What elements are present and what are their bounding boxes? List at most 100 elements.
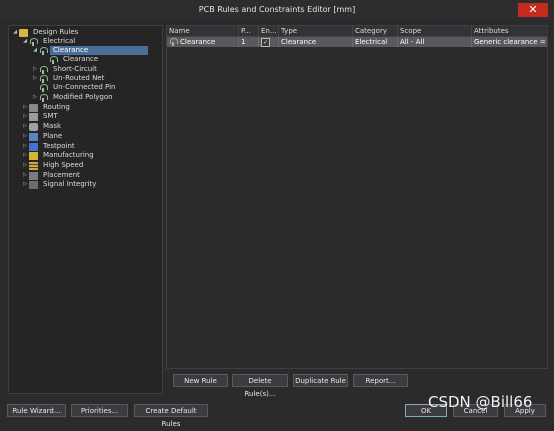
tree-item-label: High Speed <box>43 161 84 169</box>
expand-arrow-icon[interactable]: ▷ <box>21 103 29 112</box>
duplicate-rule-button[interactable]: Duplicate Rule <box>293 374 348 387</box>
collapse-arrow-icon[interactable]: ◢ <box>11 28 19 37</box>
tree-item-label: Design Rules <box>33 28 79 36</box>
tree-item-label: Routing <box>43 103 70 111</box>
cell-attributes: Generic clearance = 0.2... <box>474 38 547 46</box>
cancel-button[interactable]: Cancel <box>453 404 498 417</box>
tree-item-label: Signal Integrity <box>43 180 97 188</box>
tree-item-high-speed[interactable]: ▷ High Speed <box>21 161 86 170</box>
rule-icon <box>39 74 48 83</box>
rule-icon <box>29 37 38 46</box>
tree-item-placement[interactable]: ▷ Placement <box>21 171 83 180</box>
tree-item-signal-integrity[interactable]: ▷ Signal Integrity <box>21 180 99 189</box>
tree-item-label: Modified Polygon <box>53 93 113 101</box>
rule-icon <box>39 46 48 55</box>
folder-icon <box>19 28 28 37</box>
rule-tree: ◢ Design Rules ◢ Electrical ◢ Clearance … <box>8 25 163 394</box>
tree-item-clearance-rule[interactable]: Clearance <box>49 55 101 64</box>
tree-item-label: Mask <box>43 122 62 130</box>
expand-arrow-icon[interactable]: ▷ <box>21 112 29 121</box>
column-header-name[interactable]: Name <box>167 26 239 36</box>
window-titlebar: PCB Rules and Constraints Editor [mm] ✕ <box>0 0 554 20</box>
expand-arrow-icon[interactable]: ▷ <box>21 142 29 151</box>
close-button[interactable]: ✕ <box>518 3 548 17</box>
tree-item-label: Plane <box>43 132 63 140</box>
new-rule-button[interactable]: New Rule <box>173 374 228 387</box>
report-button[interactable]: Report... <box>353 374 408 387</box>
cell-category: Electrical <box>353 37 398 47</box>
tree-item-mask[interactable]: ▷ Mask <box>21 122 64 131</box>
apply-button[interactable]: Apply <box>504 404 546 417</box>
tree-item-smt[interactable]: ▷ SMT <box>21 112 61 121</box>
rule-icon <box>169 38 178 46</box>
column-header-priority[interactable]: P... <box>239 26 259 36</box>
column-header-category[interactable]: Category <box>353 26 398 36</box>
cell-priority: 1 <box>239 37 259 47</box>
priorities-button[interactable]: Priorities... <box>71 404 128 417</box>
collapse-arrow-icon[interactable]: ◢ <box>21 37 29 46</box>
high-speed-icon <box>29 161 38 170</box>
placement-icon <box>29 171 38 180</box>
expand-arrow-icon[interactable]: ▷ <box>21 151 29 160</box>
column-header-scope[interactable]: Scope <box>398 26 472 36</box>
testpoint-icon <box>29 142 38 151</box>
table-header: Name P... En... Type Category Scope Attr… <box>167 26 547 37</box>
rule-icon <box>39 93 48 102</box>
column-header-attributes[interactable]: Attributes <box>472 26 547 36</box>
expand-arrow-icon[interactable]: ▷ <box>31 74 39 83</box>
tree-item-testpoint[interactable]: ▷ Testpoint <box>21 142 78 151</box>
expand-arrow-icon[interactable]: ▷ <box>31 93 39 102</box>
column-header-enabled[interactable]: En... <box>259 26 279 36</box>
expand-arrow-icon[interactable]: ▷ <box>31 65 39 74</box>
tree-item-clearance[interactable]: ◢ Clearance <box>31 46 148 55</box>
cell-name: Clearance <box>167 37 239 47</box>
tree-item-electrical[interactable]: ◢ Electrical <box>21 37 78 46</box>
tree-item-label: Un-Routed Net <box>53 74 105 82</box>
tree-item-routing[interactable]: ▷ Routing <box>21 103 73 112</box>
tree-item-label: Testpoint <box>43 142 75 150</box>
tree-item-un-connected-pin[interactable]: Un-Connected Pin <box>31 83 118 92</box>
expand-arrow-icon[interactable]: ▷ <box>21 180 29 189</box>
rule-icon <box>39 83 48 92</box>
tree-item-label: Short-Circuit <box>53 65 97 73</box>
tree-item-label: Electrical <box>43 37 76 45</box>
delete-rule-button[interactable]: Delete Rule(s)... <box>232 374 288 398</box>
cell-type: Clearance <box>279 37 353 47</box>
rule-wizard-button[interactable]: Rule Wizard... <box>7 404 66 417</box>
manufacturing-icon <box>29 151 38 160</box>
tree-item-modified-polygon[interactable]: ▷ Modified Polygon <box>31 93 116 102</box>
ok-button[interactable]: OK <box>405 404 447 417</box>
plane-icon <box>29 132 38 141</box>
collapse-arrow-icon[interactable]: ◢ <box>31 46 39 55</box>
rule-icon <box>49 55 58 64</box>
tree-item-label: Un-Connected Pin <box>53 83 116 91</box>
tree-item-label: Placement <box>43 171 80 179</box>
signal-integrity-icon <box>29 180 38 189</box>
tree-item-short-circuit[interactable]: ▷ Short-Circuit <box>31 65 100 74</box>
tree-item-plane[interactable]: ▷ Plane <box>21 132 65 141</box>
cell-enabled: ✓ <box>259 37 279 47</box>
tree-item-label: SMT <box>43 112 58 120</box>
tree-item-label: Manufacturing <box>43 151 94 159</box>
tree-item-label: Clearance <box>63 55 99 63</box>
rule-icon <box>39 65 48 74</box>
expand-arrow-icon[interactable]: ▷ <box>21 161 29 170</box>
expand-arrow-icon[interactable]: ▷ <box>21 171 29 180</box>
expand-arrow-icon[interactable]: ▷ <box>21 122 29 131</box>
cell-scope: All - All <box>398 37 472 47</box>
close-icon: ✕ <box>528 3 538 16</box>
rules-table: Name P... En... Type Category Scope Attr… <box>166 25 548 369</box>
window-title: PCB Rules and Constraints Editor [mm] <box>198 5 356 14</box>
column-header-type[interactable]: Type <box>279 26 353 36</box>
tree-item-manufacturing[interactable]: ▷ Manufacturing <box>21 151 97 160</box>
create-default-rules-button[interactable]: Create Default Rules <box>134 404 208 428</box>
tree-item-design-rules[interactable]: ◢ Design Rules <box>11 28 81 37</box>
routing-icon <box>29 103 38 112</box>
enabled-checkbox[interactable]: ✓ <box>261 37 270 47</box>
table-row[interactable]: Clearance 1 ✓ Clearance Electrical All -… <box>167 37 547 47</box>
smt-icon <box>29 112 38 121</box>
mask-icon <box>29 122 38 131</box>
expand-arrow-icon[interactable]: ▷ <box>21 132 29 141</box>
cell-name-text: Clearance <box>180 38 216 46</box>
tree-item-un-routed-net[interactable]: ▷ Un-Routed Net <box>31 74 107 83</box>
